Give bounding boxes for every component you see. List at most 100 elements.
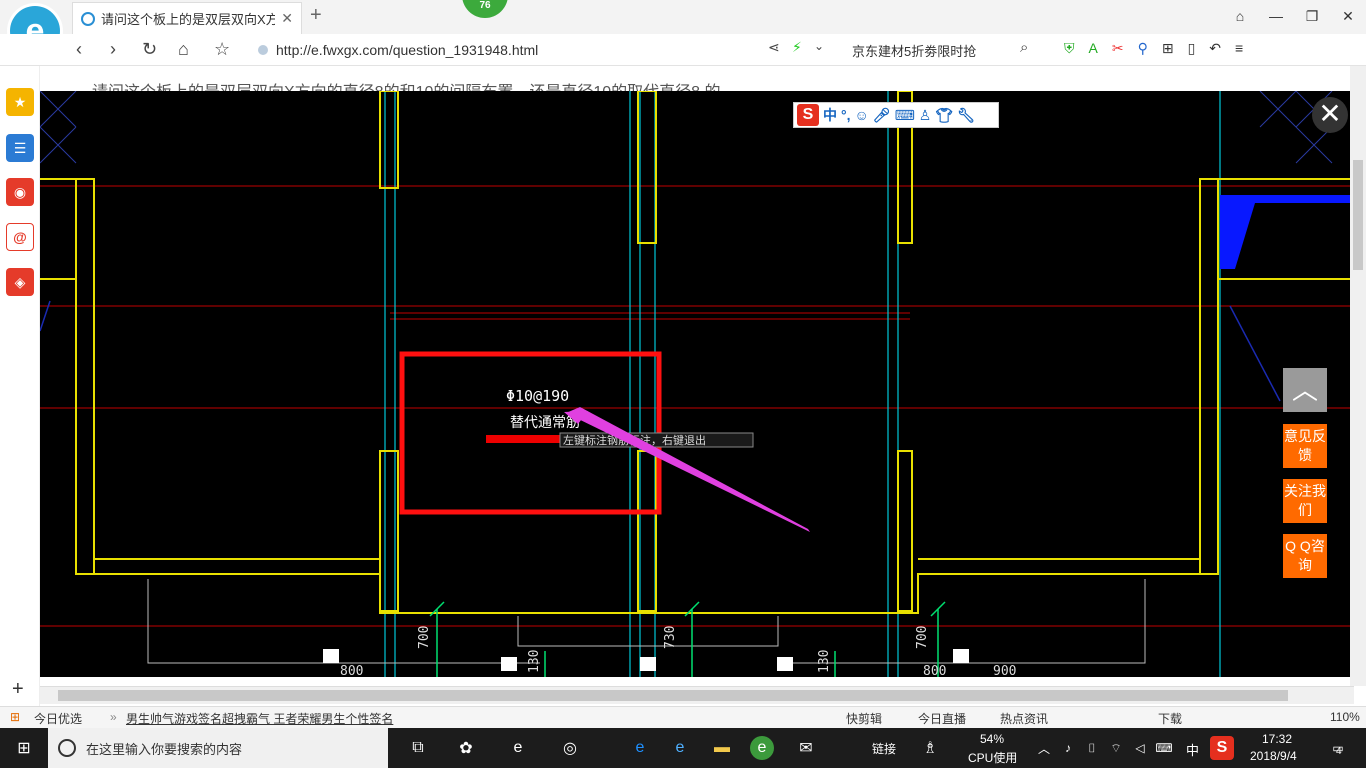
- url-text[interactable]: http://e.fwxgx.com/question_1931948.html: [276, 42, 538, 58]
- windows-start-icon[interactable]: ⊞: [12, 736, 36, 760]
- edge-icon[interactable]: e: [628, 736, 652, 760]
- tab-close-button[interactable]: ✕: [281, 10, 293, 27]
- ime-toolbar[interactable]: S 中 °, ☺ 🎤︎ ⌨ ♙ 👕︎ 🔧︎: [793, 102, 999, 128]
- clock-time[interactable]: 17:32: [1262, 732, 1292, 746]
- zoom-level[interactable]: 110%: [1330, 710, 1360, 724]
- weibo-icon[interactable]: ◉: [6, 178, 34, 206]
- ime-punct[interactable]: °,: [841, 107, 851, 123]
- sogou-logo-icon[interactable]: S: [797, 104, 819, 126]
- feedback-button[interactable]: 意见反馈: [1283, 424, 1327, 468]
- phone-icon[interactable]: ▯: [1188, 40, 1196, 57]
- rebar-label: Φ10@190: [506, 387, 569, 405]
- shield-icon[interactable]: ⛨: [1064, 40, 1075, 57]
- browser-e-icon[interactable]: e: [506, 736, 530, 760]
- volume-icon[interactable]: ◁: [1128, 736, 1152, 760]
- news-link[interactable]: 男生帅气游戏签名超拽霸气 王者荣耀男生个性签名: [126, 710, 393, 727]
- follow-us-button[interactable]: 关注我们: [1283, 479, 1327, 523]
- swirl-app-icon[interactable]: ◎: [558, 736, 582, 760]
- forward-icon[interactable]: ›: [110, 39, 116, 60]
- maximize-button[interactable]: ❐: [1294, 0, 1330, 32]
- minimize-button[interactable]: —: [1258, 0, 1294, 32]
- ime-mode[interactable]: 中: [823, 105, 837, 125]
- task-view-icon[interactable]: ⧉: [406, 736, 430, 760]
- wifi-icon[interactable]: ⌔: [1104, 736, 1128, 760]
- site-info-icon[interactable]: [258, 45, 268, 55]
- menu-icon[interactable]: ≡: [1235, 40, 1243, 57]
- undo-icon[interactable]: ↶: [1209, 40, 1221, 57]
- new-tab-button[interactable]: +: [310, 4, 322, 27]
- active-browser-icon[interactable]: e: [750, 736, 774, 760]
- apps-icon[interactable]: ⊞: [1162, 40, 1174, 57]
- cortana-icon[interactable]: [58, 739, 76, 757]
- today-picks-link[interactable]: 今日优选: [34, 710, 82, 727]
- close-window-button[interactable]: ✕: [1330, 0, 1366, 32]
- back-icon[interactable]: ‹: [76, 39, 82, 60]
- refresh-icon[interactable]: ↻: [142, 39, 157, 60]
- score-badge[interactable]: 76: [462, 0, 508, 18]
- ie-icon[interactable]: e: [668, 736, 692, 760]
- link-label[interactable]: 链接: [872, 740, 896, 757]
- chevron-down-icon[interactable]: ⌄: [814, 39, 824, 53]
- mail-app-icon[interactable]: ✉: [794, 736, 818, 760]
- game-icon[interactable]: ◈: [6, 268, 34, 296]
- shirt-icon[interactable]: 👕︎: [935, 107, 953, 124]
- dim-text: 700: [915, 626, 930, 649]
- skin-icon[interactable]: ⌂: [1222, 0, 1258, 32]
- sogou-tray-icon[interactable]: S: [1210, 736, 1234, 760]
- fan-app-icon[interactable]: ✿: [454, 736, 478, 760]
- tray-up-icon[interactable]: ︿: [1032, 736, 1056, 760]
- speed-mode-icon[interactable]: ⚡: [792, 39, 802, 56]
- cpu-percent: 54%: [980, 732, 1005, 746]
- tab-favicon-icon: [81, 11, 95, 26]
- address-bar[interactable]: http://e.fwxgx.com/question_1931948.html: [258, 38, 758, 62]
- magnifier-icon[interactable]: ⚲: [1138, 40, 1148, 57]
- home-icon[interactable]: ⌂: [178, 39, 189, 60]
- favorite-star-icon[interactable]: ☆: [214, 39, 230, 60]
- back-to-top-button[interactable]: ︿: [1283, 368, 1327, 412]
- user-icon[interactable]: ♙: [919, 107, 932, 124]
- favorites-star-icon[interactable]: ★: [6, 88, 34, 116]
- kuaijian-link[interactable]: 快剪辑: [846, 710, 882, 727]
- clock-date[interactable]: 2018/9/4: [1250, 749, 1297, 763]
- close-overlay-button[interactable]: ✕: [1312, 97, 1348, 133]
- cad-drawing: 700 730 700 130 130 800 800 900 左键标注钢筋标注…: [40, 91, 1350, 677]
- tab-bar: 请问这个板上的是双层双向X方向... ✕ + 76 ⌂ — ❐ ✕: [0, 0, 1366, 34]
- reading-list-icon[interactable]: ☰: [6, 134, 34, 162]
- search-icon[interactable]: ⌕: [1020, 39, 1028, 56]
- windows-taskbar: ⊞ 在这里输入你要搜索的内容 ⧉ ✿ e ◎ e e ▬ e ✉ 链接 ♗ 54…: [0, 728, 1366, 768]
- mail-icon[interactable]: @: [6, 223, 34, 251]
- emoji-icon[interactable]: ☺: [855, 107, 869, 123]
- dim-text: 800: [923, 664, 946, 677]
- keyboard-icon[interactable]: ⌨: [895, 107, 915, 124]
- notify-bell-icon[interactable]: ♪: [1056, 736, 1080, 760]
- share-icon[interactable]: ⋖: [768, 39, 780, 56]
- dim-text: 800: [340, 664, 363, 677]
- people-icon[interactable]: ♗: [918, 736, 942, 760]
- horizontal-scrollbar[interactable]: [40, 686, 1354, 704]
- folder-icon[interactable]: ▬: [710, 736, 734, 760]
- qq-consult-button[interactable]: Q Q咨询: [1283, 534, 1327, 578]
- vscroll-thumb[interactable]: [1353, 160, 1363, 270]
- cpu-label: CPU使用: [968, 751, 1018, 765]
- promo-link[interactable]: 京东建材5折劵限时抢: [852, 41, 976, 60]
- hscroll-thumb[interactable]: [58, 690, 1288, 701]
- ime-tray[interactable]: 中: [1186, 740, 1199, 759]
- dim-text: 130: [527, 650, 542, 673]
- scissors-icon[interactable]: ✂: [1112, 40, 1124, 57]
- live-link[interactable]: 今日直播: [918, 710, 966, 727]
- hot-news-link[interactable]: 热点资讯: [1000, 710, 1048, 727]
- microphone-icon[interactable]: 🎤︎: [873, 107, 891, 124]
- gift-icon[interactable]: ⊞: [10, 710, 20, 724]
- vertical-scrollbar[interactable]: [1350, 66, 1366, 686]
- browser-tab[interactable]: 请问这个板上的是双层双向X方向... ✕: [72, 2, 302, 34]
- translate-icon[interactable]: A: [1089, 40, 1098, 57]
- expand-icon[interactable]: »: [110, 710, 117, 724]
- download-link[interactable]: 下载: [1158, 710, 1182, 727]
- keyboard-tray-icon[interactable]: ⌨: [1152, 736, 1176, 760]
- notification-count: 4: [1336, 746, 1342, 757]
- search-placeholder[interactable]: 在这里输入你要搜索的内容: [86, 739, 242, 758]
- wrench-icon[interactable]: 🔧︎: [957, 107, 975, 124]
- network-icon[interactable]: ⌷: [1080, 736, 1104, 760]
- sidebar-add-icon[interactable]: +: [12, 678, 24, 701]
- taskbar-search[interactable]: 在这里输入你要搜索的内容: [48, 728, 388, 768]
